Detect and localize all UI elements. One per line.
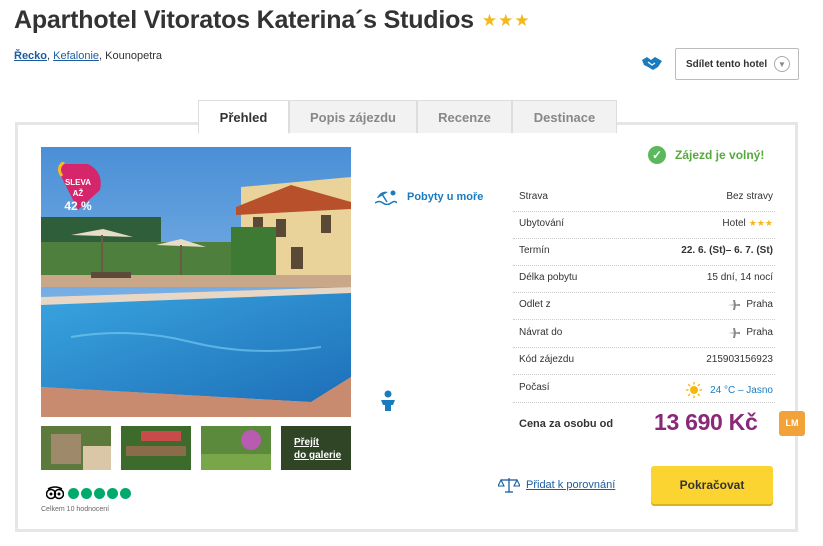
gallery-line1: Přejít [294,437,320,448]
rating-dot [120,488,131,499]
info-value: 15 dní, 14 nocí [706,272,773,283]
rating-dot [81,488,92,499]
thumbnail-3[interactable] [201,426,271,470]
add-to-compare-link[interactable]: Přidat k porovnání [498,477,615,493]
hotel-title: Aparthotel Vitoratos Katerina´s Studios [14,6,474,34]
price-value: 13 690 Kč [654,409,758,435]
info-value: Hotel ★★★ [722,218,773,229]
info-value: Bez stravy [726,191,773,202]
info-label: Strava [519,191,548,202]
title-row: Aparthotel Vitoratos Katerina´s Studios … [14,6,531,35]
plane-icon [728,327,741,338]
breadcrumb: Řecko, Kefalonie, Kounopetra [14,50,163,62]
rating-dot [94,488,105,499]
info-label: Délka pobytu [519,272,578,283]
plane-icon [728,299,741,310]
tab-bar: Přehled Popis zájezdu Recenze Destinace [198,100,617,134]
discount-line1: SLEVA AŽ [64,178,92,198]
open-gallery-link[interactable]: Přejít do galerie [294,436,341,462]
hotel-stars: ★★★ [481,10,531,30]
departure-city: Praha [746,299,773,310]
price-label: Cena za osobu od [519,418,614,430]
availability-status: ✓ Zájezd je volný! [648,146,764,164]
info-label: Počasí [519,382,550,393]
info-row-return: Návrat do Praha [513,321,775,348]
accommodation-type: Hotel [722,218,746,229]
info-label: Termín [519,245,550,256]
info-row-date: Termín 22. 6. (St)– 6. 7. (St) [513,239,775,266]
availability-label: Zájezd je volný! [675,148,765,162]
check-circle-icon: ✓ [648,146,666,164]
info-row-weather: Počasí 24 °C – Jasno [513,376,775,403]
breadcrumb-region[interactable]: Kefalonie [53,50,99,62]
share-hotel-button[interactable]: Sdílet tento hotel ▼ [675,48,799,80]
info-value: Praha [728,327,773,338]
category[interactable]: Pobyty u moře [375,189,483,205]
info-label: Kód zájezdu [519,354,575,365]
info-row-departure: Odlet z Praha [513,293,775,320]
tripadvisor-owl-icon [46,486,64,500]
sun-icon [686,382,703,398]
weather-text: 24 °C – Jasno [710,384,773,396]
category-label: Pobyty u moře [407,191,484,203]
gallery-line2: do galerie [294,450,342,461]
info-value: 215903156923 [706,354,773,365]
info-label: Ubytování [519,218,565,229]
info-value: Praha [728,299,773,310]
tab-description[interactable]: Popis zájezdu [289,100,417,133]
breadcrumb-country[interactable]: Řecko [14,50,47,62]
chevron-down-icon: ▼ [774,56,790,72]
return-city: Praha [746,327,773,338]
discount-text: SLEVA AŽ 42 % [60,177,96,212]
tab-reviews[interactable]: Recenze [417,100,512,133]
rating-dot [107,488,118,499]
discount-line2: 42 % [64,199,92,213]
accommodation-stars: ★★★ [748,218,773,228]
tab-destination[interactable]: Destinace [512,100,617,133]
share-label: Sdílet tento hotel [686,58,768,70]
review-count: Celkem 10 hodnocení [41,506,110,513]
info-row-accommodation: Ubytování Hotel ★★★ [513,212,775,239]
breadcrumb-place: Kounopetra [105,50,163,62]
compare-label: Přidat k porovnání [526,479,616,491]
tab-overview[interactable]: Přehled [198,100,289,134]
rating-dot [68,488,79,499]
thumbnail-1[interactable] [41,426,111,470]
thumbnail-2[interactable] [121,426,191,470]
scales-icon [498,478,520,493]
info-row-board: Strava Bez stravy [513,185,775,212]
info-label: Návrat do [519,327,563,338]
handshake-icon[interactable] [641,54,663,72]
info-row-duration: Délka pobytu 15 dní, 14 nocí [513,266,775,293]
info-row-code: Kód zájezdu 215903156923 [513,348,775,375]
tripadvisor-rating [68,488,131,499]
info-value: 22. 6. (St)– 6. 7. (St) [681,245,773,256]
continue-button[interactable]: Pokračovat [651,466,773,504]
child-friendly-icon [377,389,399,413]
last-minute-badge: LM [779,411,805,436]
beach-icon [375,190,397,205]
info-value[interactable]: 24 °C – Jasno [686,382,773,398]
info-label: Odlet z [519,299,551,310]
